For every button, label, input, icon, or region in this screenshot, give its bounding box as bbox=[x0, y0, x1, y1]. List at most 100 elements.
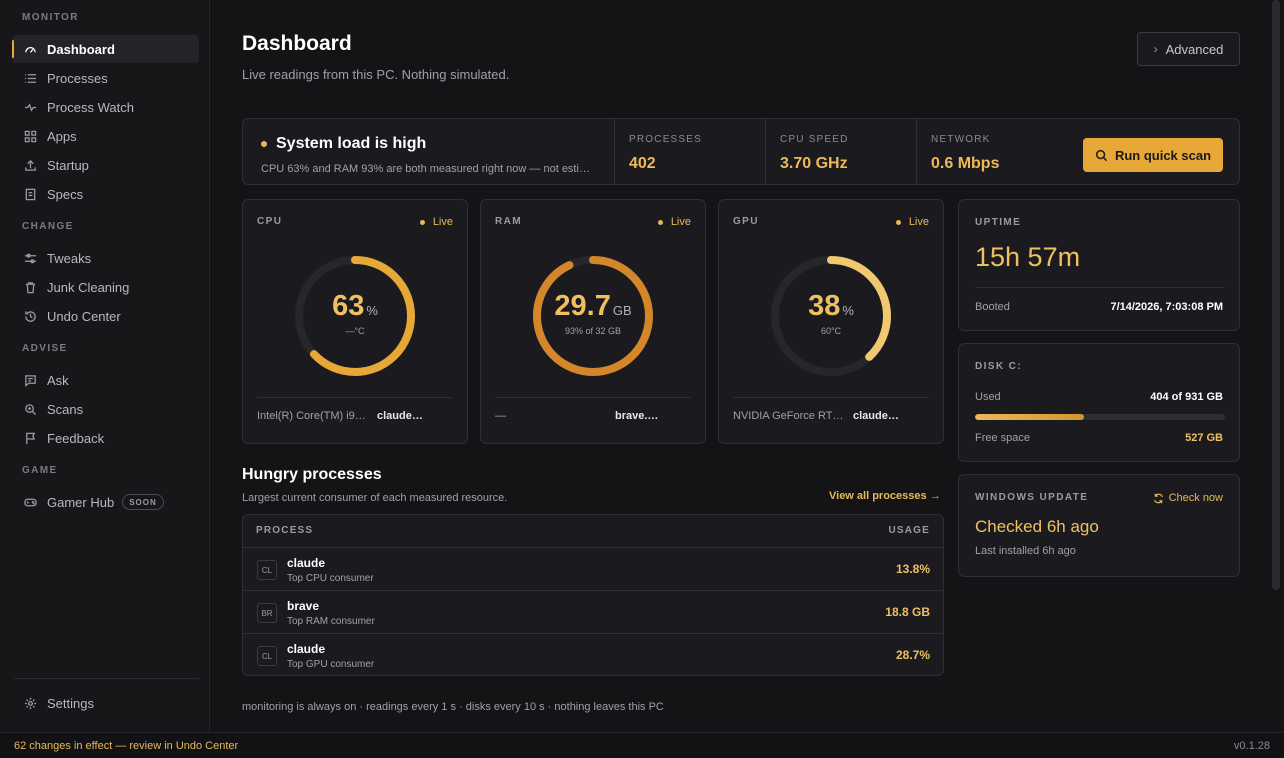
sidebar-item-label: Gamer Hub bbox=[47, 494, 115, 510]
sidebar-item-startup[interactable]: Startup bbox=[12, 151, 199, 179]
changes-in-effect-link[interactable]: 62 changes in effect — review in Undo Ce… bbox=[14, 740, 238, 752]
sidebar-item-process-watch[interactable]: Process Watch bbox=[12, 93, 199, 121]
gauge-readout: 29.7 GB bbox=[481, 290, 705, 323]
sidebar-item-dashboard[interactable]: Dashboard bbox=[12, 35, 199, 63]
hungry-processes-subtitle: Largest current consumer of each measure… bbox=[242, 492, 508, 504]
top-process: claude.exe bbox=[377, 410, 423, 422]
stat-network: NETWORK 0.6 Mbps bbox=[916, 119, 1067, 184]
gauge-sub: —°C bbox=[345, 326, 365, 336]
windows-update-label: WINDOWS UPDATE bbox=[975, 492, 1089, 503]
windows-update-status: Checked 6h ago bbox=[975, 517, 1099, 536]
scrollbar[interactable] bbox=[1272, 0, 1280, 590]
chevron-right-icon: › bbox=[1153, 42, 1158, 56]
upload-icon bbox=[23, 158, 37, 172]
gauge-sub: 93% of 32 GB bbox=[564, 326, 622, 336]
sidebar-item-apps[interactable]: Apps bbox=[12, 122, 199, 150]
gauge-unit: % bbox=[842, 303, 854, 318]
stat-processes: PROCESSES 402 bbox=[614, 119, 765, 184]
live-dot-icon bbox=[657, 219, 663, 225]
sidebar-item-label: Junk Cleaning bbox=[47, 279, 130, 295]
trash-icon bbox=[23, 280, 37, 294]
status-dot-icon bbox=[261, 141, 267, 147]
bottom-status-bar: 62 changes in effect — review in Undo Ce… bbox=[0, 732, 1284, 758]
sidebar-item-ask[interactable]: Ask bbox=[12, 366, 199, 394]
sidebar-item-label: Undo Center bbox=[47, 308, 121, 324]
table-row[interactable]: CL claude Top GPU consumer 28.7% bbox=[243, 633, 943, 676]
flag-icon bbox=[23, 431, 37, 445]
ram-model: — bbox=[495, 410, 506, 422]
sidebar-item-gamer-hub[interactable]: Gamer Hub SOON bbox=[12, 488, 199, 516]
status-title-text: System load is high bbox=[276, 135, 427, 152]
history-icon bbox=[23, 309, 37, 323]
sidebar-item-settings[interactable]: Settings bbox=[12, 689, 199, 717]
gauge-value: 38 bbox=[808, 290, 841, 322]
gauge-divider bbox=[733, 397, 929, 398]
advanced-label: Advanced bbox=[1165, 41, 1224, 57]
disk-free-label: Free space bbox=[975, 432, 1031, 444]
sidebar-item-label: Apps bbox=[47, 128, 77, 144]
section-label-monitor: MONITOR bbox=[22, 12, 79, 23]
sidebar-item-specs[interactable]: Specs bbox=[12, 180, 199, 208]
gauge-value: 29.7 bbox=[554, 290, 611, 322]
view-all-processes-link[interactable]: View all processes → bbox=[829, 490, 941, 502]
sidebar-item-tweaks[interactable]: Tweaks bbox=[12, 244, 199, 272]
live-indicator: Live bbox=[895, 216, 929, 228]
hungry-processes-table: PROCESS USAGE CL claude Top CPU consumer… bbox=[242, 514, 944, 676]
gauge-icon bbox=[23, 42, 37, 56]
gauge-sub: 60°C bbox=[820, 326, 842, 336]
system-status-card: System load is high CPU 63% and RAM 93% … bbox=[242, 118, 1240, 185]
process-avatar: CL bbox=[257, 646, 277, 666]
gauge-label: GPU bbox=[733, 216, 759, 227]
run-quick-scan-button[interactable]: Run quick scan bbox=[1083, 138, 1223, 172]
cpu-model: Intel(R) Core(TM) i9-13900K bbox=[257, 410, 369, 422]
windows-update-card: WINDOWS UPDATE Check now Checked 6h ago … bbox=[958, 474, 1240, 577]
sidebar-item-label: Scans bbox=[47, 401, 84, 417]
sidebar-item-scans[interactable]: Scans bbox=[12, 395, 199, 423]
hungry-processes-title: Hungry processes bbox=[242, 466, 382, 483]
table-row[interactable]: CL claude Top CPU consumer 13.8% bbox=[243, 547, 943, 590]
check-now-button[interactable]: Check now bbox=[1153, 492, 1223, 504]
gauge-readout: 38% bbox=[719, 290, 943, 323]
stat-value: 402 bbox=[629, 155, 656, 172]
process-usage: 13.8% bbox=[895, 562, 930, 576]
advanced-button[interactable]: › Advanced bbox=[1137, 32, 1240, 66]
section-label-change: CHANGE bbox=[22, 221, 74, 232]
pulse-icon bbox=[23, 100, 37, 114]
soon-badge: SOON bbox=[122, 494, 164, 510]
grid-icon bbox=[23, 129, 37, 143]
gauge-unit: % bbox=[366, 303, 378, 318]
disk-usage-fill bbox=[975, 414, 1084, 420]
document-icon bbox=[23, 187, 37, 201]
process-name: claude bbox=[287, 556, 326, 570]
process-avatar: BR bbox=[257, 603, 277, 623]
stat-value: 3.70 GHz bbox=[780, 155, 848, 172]
sidebar: MONITOR Dashboard Processes Process Watc… bbox=[0, 0, 210, 732]
disk-label: DISK C: bbox=[975, 361, 1023, 372]
live-indicator: Live bbox=[657, 216, 691, 228]
disk-used-label: Used bbox=[975, 391, 1001, 403]
stat-cpu-speed: CPU SPEED 3.70 GHz bbox=[765, 119, 916, 184]
gauge-value: 63 bbox=[332, 290, 365, 322]
sidebar-item-undo-center[interactable]: Undo Center bbox=[12, 302, 199, 330]
booted-value: 7/14/2026, 7:03:08 PM bbox=[1110, 301, 1223, 313]
uptime-value: 15h 57m bbox=[975, 242, 1081, 272]
sidebar-item-feedback[interactable]: Feedback bbox=[12, 424, 199, 452]
process-usage: 28.7% bbox=[895, 648, 930, 662]
gauge-unit: GB bbox=[612, 303, 632, 318]
ram-gauge-card: RAM Live 29.7 GB 93% of 32 GB — brave.exe bbox=[480, 199, 706, 444]
sidebar-item-junk-cleaning[interactable]: Junk Cleaning bbox=[12, 273, 199, 301]
sidebar-item-label: Ask bbox=[47, 372, 69, 388]
table-row[interactable]: BR brave Top RAM consumer 18.8 GB bbox=[243, 590, 943, 633]
sidebar-item-processes[interactable]: Processes bbox=[12, 64, 199, 92]
live-label: Live bbox=[908, 216, 929, 228]
windows-update-sub: Last installed 6h ago bbox=[975, 545, 1076, 557]
sidebar-item-label: Process Watch bbox=[47, 99, 134, 115]
sliders-icon bbox=[23, 251, 37, 265]
column-header-process: PROCESS bbox=[256, 525, 314, 536]
gpu-model: NVIDIA GeForce RTX 4080 bbox=[733, 410, 845, 422]
status-description: CPU 63% and RAM 93% are both measured ri… bbox=[261, 163, 597, 175]
gauge-divider bbox=[495, 397, 691, 398]
scan-label: Run quick scan bbox=[1114, 147, 1212, 163]
live-label: Live bbox=[432, 216, 453, 228]
zoom-icon bbox=[23, 402, 37, 416]
